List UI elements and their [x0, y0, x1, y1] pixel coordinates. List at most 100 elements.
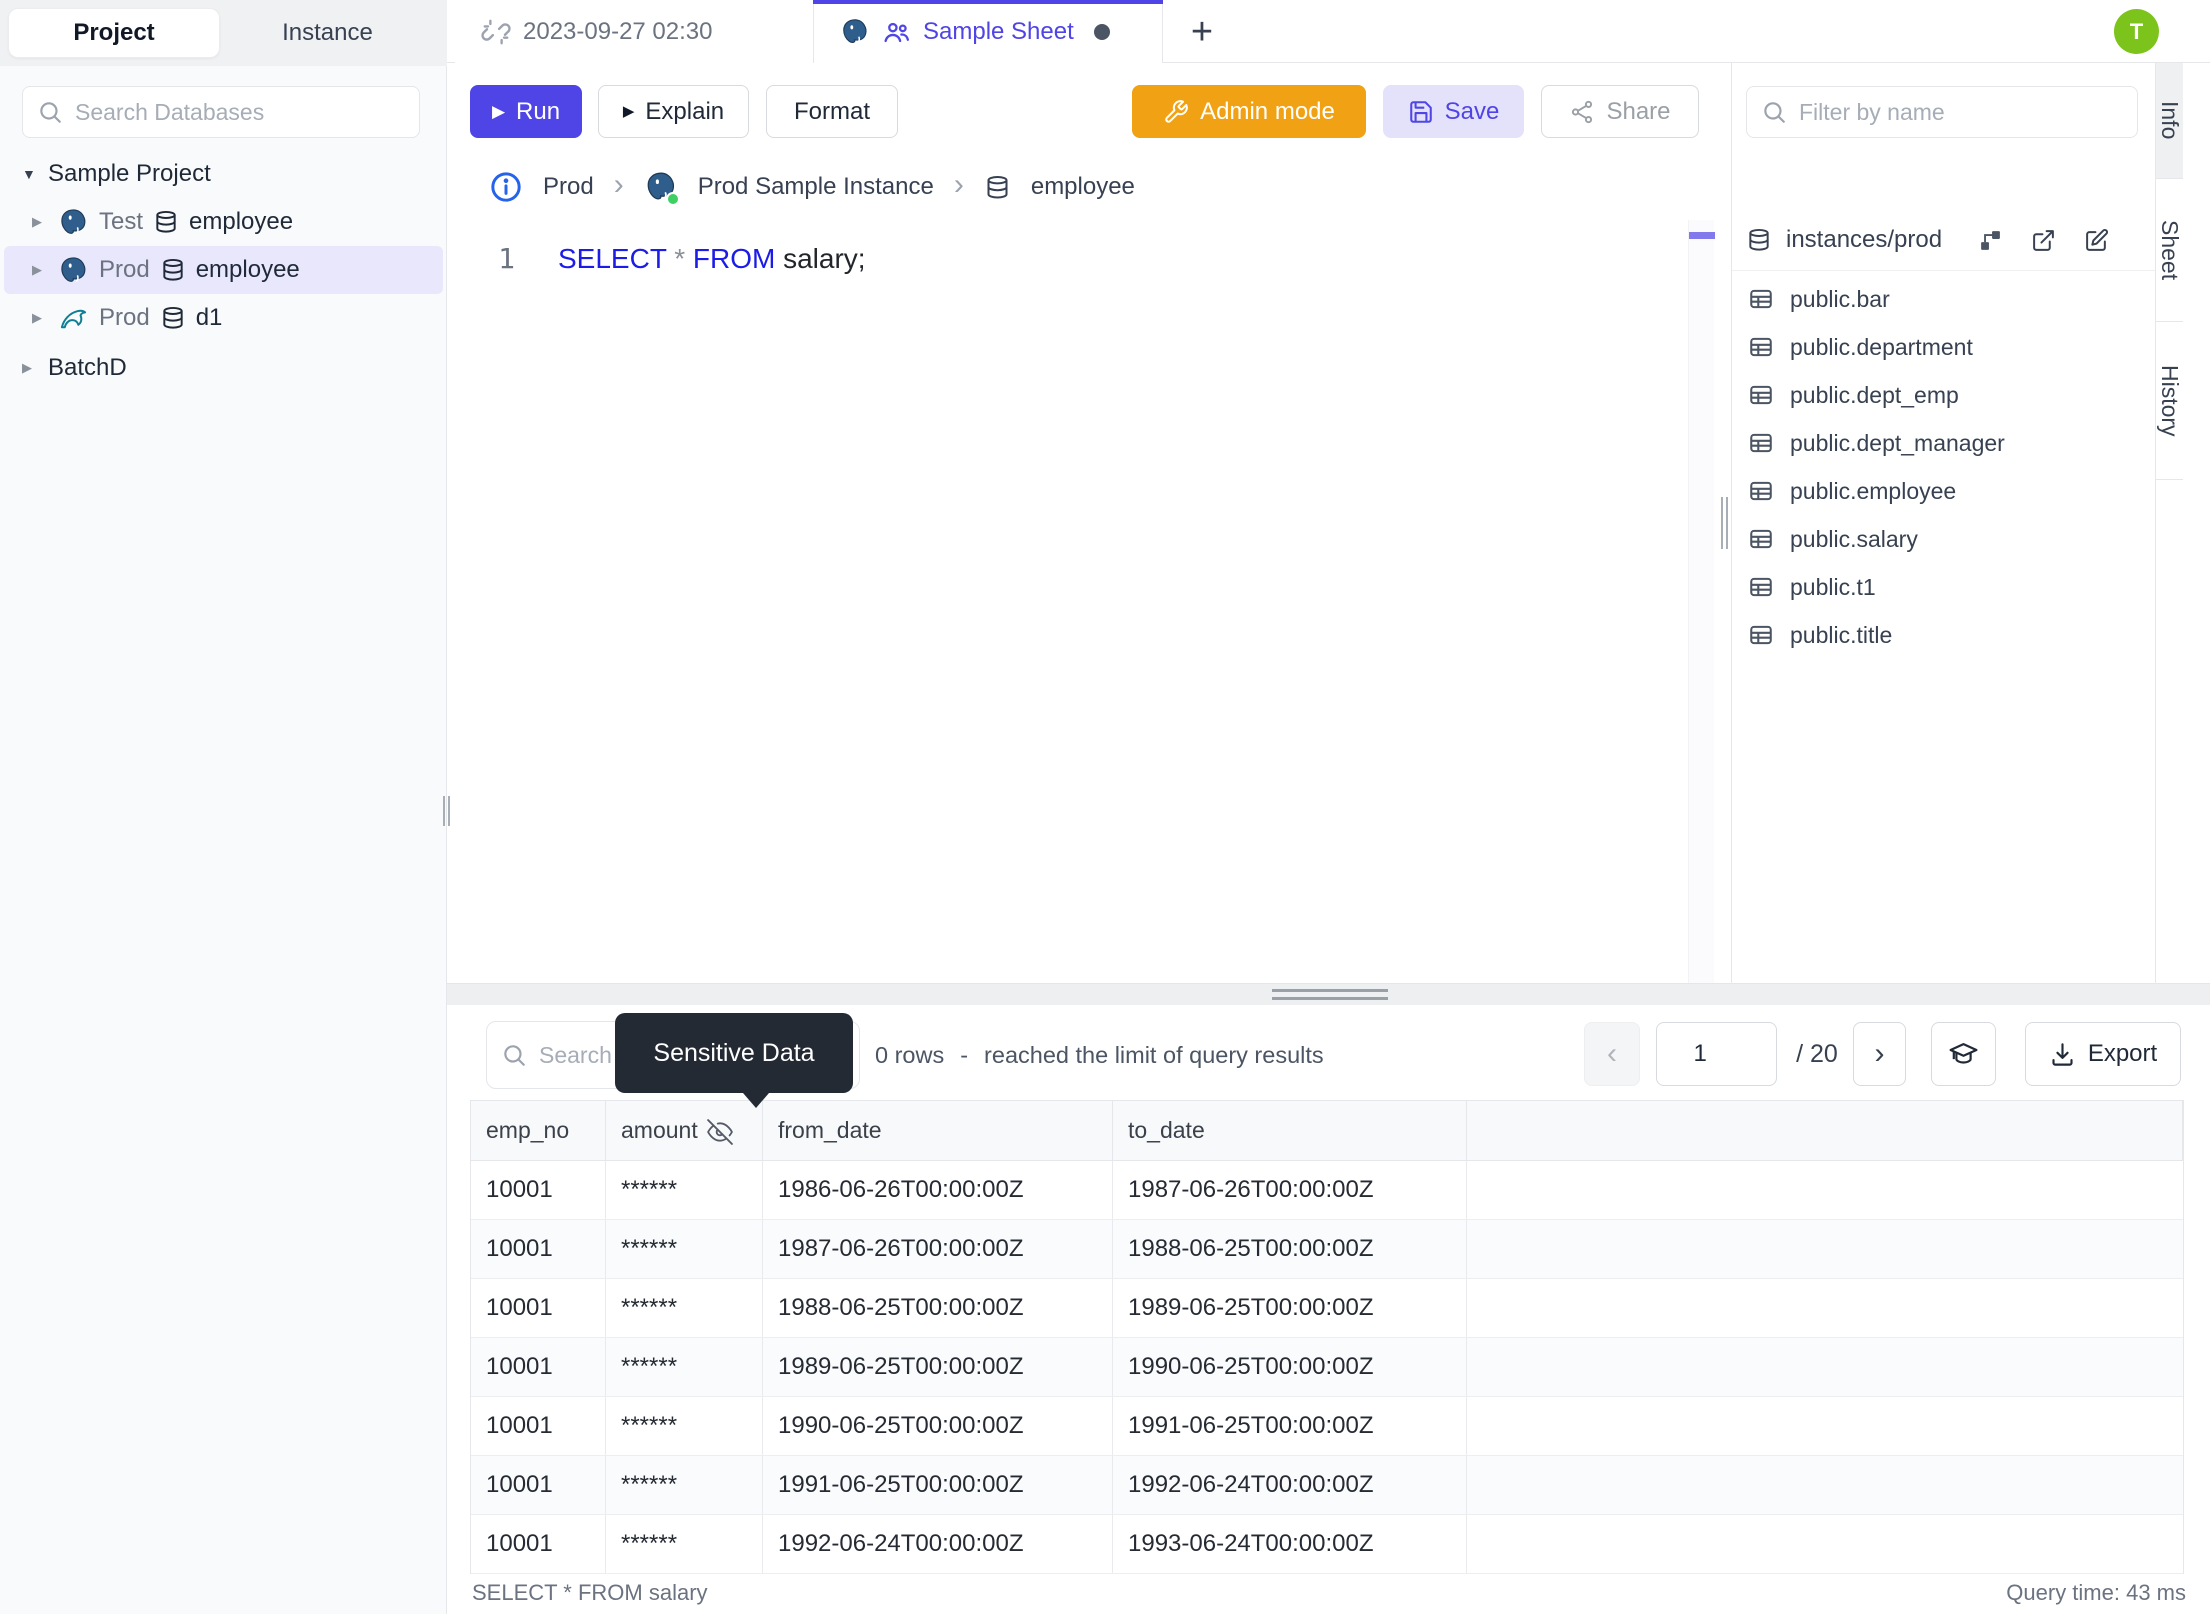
sensitive-data-tooltip: Sensitive Data	[615, 1013, 853, 1108]
schema-table-item[interactable]: public.title	[1732, 611, 2156, 659]
cell-from-date: 1991-06-25T00:00:00Z	[763, 1456, 1113, 1514]
sql-keyword: SELECT	[558, 243, 667, 274]
chevron-right-icon[interactable]: ▶	[32, 262, 48, 278]
tab-sheet[interactable]: Sheet	[2156, 179, 2183, 322]
avatar[interactable]: T	[2114, 9, 2159, 54]
save-button[interactable]: Save	[1383, 85, 1524, 138]
tree-item-prod-d1[interactable]: ▶ Prod d1	[4, 294, 443, 342]
environment-label: Prod	[99, 256, 150, 283]
admin-mode-button[interactable]: Admin mode	[1132, 85, 1366, 138]
schema-table-name: public.t1	[1790, 573, 1876, 600]
schema-table-name: public.title	[1790, 621, 1893, 648]
separator: -	[960, 1041, 969, 1068]
line-number: 1	[498, 242, 515, 275]
tab-info[interactable]: Info	[2156, 63, 2183, 179]
result-table: emp_no amount from_date to_date 10001 **…	[470, 1100, 2184, 1574]
info-icon[interactable]	[489, 170, 523, 204]
cell-emp-no: 10001	[471, 1456, 606, 1514]
tree-item-prod-employee[interactable]: ▶ Prod employee	[4, 246, 443, 294]
cell-filler	[1467, 1397, 2183, 1455]
format-button[interactable]: Format	[766, 85, 898, 138]
sheet-tab-unsaved[interactable]: 2023-09-27 02:30	[455, 0, 814, 63]
chevron-down-icon[interactable]: ▼	[22, 166, 38, 182]
schema-diagram-icon[interactable]	[1978, 228, 2003, 253]
sql-identifier: salary;	[775, 243, 866, 274]
prev-page-button[interactable]: ‹	[1584, 1022, 1640, 1086]
chevron-right-icon: ›	[613, 168, 624, 201]
column-header-masked[interactable]: amount	[606, 1101, 763, 1160]
postgres-icon	[644, 170, 680, 206]
cell-filler	[1467, 1220, 2183, 1278]
edit-icon[interactable]	[2084, 228, 2109, 253]
schema-filter-input[interactable]	[1799, 98, 2123, 126]
sheet-tab-active[interactable]: Sample Sheet	[813, 0, 1163, 64]
divider	[1732, 270, 2156, 271]
database-label: employee	[189, 208, 294, 235]
cell-from-date: 1990-06-25T00:00:00Z	[763, 1397, 1113, 1455]
column-header[interactable]: to_date	[1113, 1101, 1467, 1160]
chevron-right-icon[interactable]: ▶	[32, 310, 48, 326]
eye-off-icon[interactable]	[706, 1118, 733, 1145]
tree-item-batchd[interactable]: ▶ BatchD	[4, 344, 443, 392]
schema-table-item[interactable]: public.employee	[1732, 467, 2156, 515]
cell-to-date: 1990-06-25T00:00:00Z	[1113, 1338, 1467, 1396]
schema-table-item[interactable]: public.t1	[1732, 563, 2156, 611]
schema-table-name: public.salary	[1790, 525, 1918, 552]
schema-table-item[interactable]: public.dept_manager	[1732, 419, 2156, 467]
play-icon: ▶	[622, 103, 635, 120]
explain-button[interactable]: ▶ Explain	[598, 85, 749, 138]
page-input-wrap	[1656, 1022, 1777, 1086]
limit-notice: reached the limit of query results	[984, 1041, 1324, 1068]
rows-info: 0 rows - reached the limit of query resu…	[875, 1021, 1324, 1089]
breadcrumb-database[interactable]: employee	[1031, 173, 1135, 201]
export-button[interactable]: Export	[2025, 1022, 2181, 1086]
database-search-input[interactable]	[75, 98, 405, 126]
project-label: BatchD	[48, 354, 127, 381]
tab-instance[interactable]: Instance	[220, 8, 435, 58]
table-row: 10001 ****** 1987-06-26T00:00:00Z 1988-0…	[471, 1220, 2183, 1279]
graduation-cap-icon	[1948, 1039, 1979, 1070]
tab-history[interactable]: History	[2156, 322, 2183, 480]
result-rows: 10001 ****** 1986-06-26T00:00:00Z 1987-0…	[471, 1161, 2183, 1574]
row-count: 0 rows	[875, 1041, 945, 1068]
cell-filler	[1467, 1456, 2183, 1514]
chevron-right-icon[interactable]: ▶	[32, 214, 48, 230]
column-header[interactable]: from_date	[763, 1101, 1113, 1160]
sheet-tabbar: 2023-09-27 02:30 Sample Sheet +	[447, 0, 2210, 64]
tree-item-sample-project[interactable]: ▼ Sample Project	[4, 150, 443, 198]
schema-table-item[interactable]: public.salary	[1732, 515, 2156, 563]
external-link-icon[interactable]	[2031, 228, 2056, 253]
new-tab-button[interactable]: +	[1180, 10, 1224, 54]
schema-filter[interactable]	[1746, 86, 2138, 138]
breadcrumb-environment[interactable]: Prod	[543, 173, 594, 201]
results-panel: Sensitive Data 0 rows - reached the limi…	[447, 1005, 2210, 1614]
cell-emp-no: 10001	[471, 1220, 606, 1278]
run-button[interactable]: ▶ Run	[470, 85, 582, 138]
schema-table-item[interactable]: public.department	[1732, 323, 2156, 371]
results-resize-handle[interactable]	[447, 983, 2210, 1005]
tab-project[interactable]: Project	[8, 8, 220, 58]
database-label: d1	[195, 304, 223, 331]
rightbar-resize-handle[interactable]	[1719, 497, 1729, 549]
column-header[interactable]: emp_no	[471, 1101, 606, 1160]
column-header-filler	[1467, 1101, 2183, 1160]
cell-filler	[1467, 1515, 2183, 1573]
online-status-dot	[665, 192, 680, 206]
sql-editor[interactable]: 1 SELECT * FROM salary;	[447, 216, 1730, 983]
schema-table-item[interactable]: public.dept_emp	[1732, 371, 2156, 419]
schema-table-item[interactable]: public.bar	[1732, 275, 2156, 323]
share-button[interactable]: Share	[1541, 85, 1699, 138]
sidebar-resize-handle[interactable]	[441, 796, 451, 826]
page-input[interactable]	[1671, 1040, 1762, 1068]
next-page-button[interactable]: ›	[1853, 1022, 1906, 1086]
table-icon	[1748, 622, 1774, 648]
sheet-tab-label: 2023-09-27 02:30	[523, 17, 713, 45]
editor-minimap[interactable]	[1688, 220, 1715, 983]
database-search[interactable]	[22, 86, 420, 138]
breadcrumb-instance[interactable]: Prod Sample Instance	[698, 173, 934, 201]
masking-info-button[interactable]	[1931, 1022, 1996, 1086]
cell-emp-no: 10001	[471, 1161, 606, 1219]
tree-item-test-employee[interactable]: ▶ Test employee	[4, 198, 443, 246]
unlink-icon	[481, 17, 511, 47]
chevron-right-icon[interactable]: ▶	[22, 360, 38, 376]
